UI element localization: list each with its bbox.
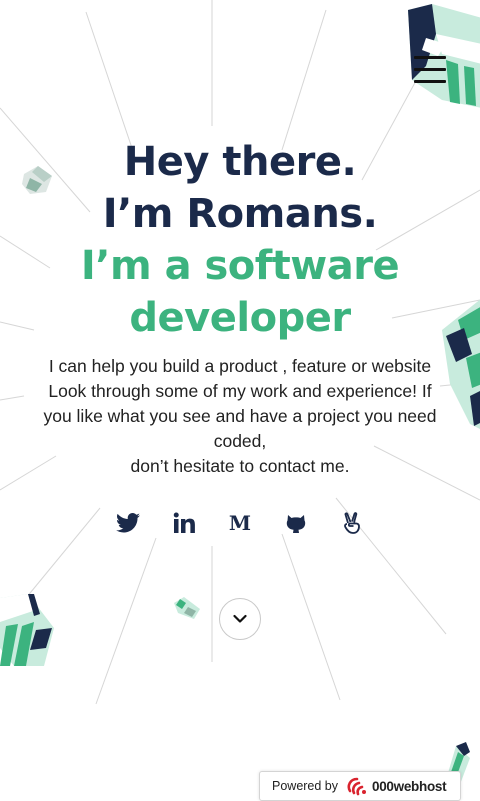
linkedin-link[interactable] — [166, 508, 202, 538]
hamburger-menu-button[interactable] — [412, 54, 448, 86]
intro-line: don’t hesitate to contact me. — [130, 456, 350, 476]
social-links: M — [110, 508, 370, 538]
intro-line: coded, — [213, 431, 267, 451]
medium-icon: M — [228, 511, 252, 535]
cube-decoration-small-bottom — [174, 597, 200, 619]
twitter-icon — [116, 513, 140, 533]
hero-heading: Hey there. I’m Romans. I’m a software de… — [0, 136, 480, 344]
linkedin-icon — [173, 512, 195, 533]
angellist-link[interactable] — [334, 508, 370, 538]
intro-line: you like what you see and have a project… — [43, 406, 437, 426]
intro-text: I can help you build a product , feature… — [20, 354, 460, 479]
chevron-down-icon — [233, 614, 247, 623]
github-icon — [286, 515, 306, 533]
role-line-2: developer — [129, 295, 351, 341]
hosting-badge[interactable]: Powered by 000webhost — [259, 771, 461, 801]
hamburger-menu-icon — [414, 80, 446, 83]
greeting-line: Hey there. — [123, 139, 357, 185]
cube-decoration-bottom-left — [0, 594, 54, 666]
role-line: I’m a software — [80, 243, 400, 289]
name-line: I’m Romans. — [102, 191, 378, 237]
badge-brand: 000webhost — [372, 778, 447, 794]
intro-line: I can help you build a product , feature… — [48, 356, 432, 376]
hamburger-menu-icon — [414, 56, 446, 59]
github-link[interactable] — [278, 508, 314, 538]
webhost-logo-icon — [347, 777, 367, 796]
scroll-down-button[interactable] — [219, 598, 261, 640]
intro-line: Look through some of my work and experie… — [48, 381, 432, 401]
badge-label: Powered by — [272, 779, 339, 793]
twitter-link[interactable] — [110, 508, 146, 538]
hamburger-menu-icon — [414, 68, 446, 71]
angellist-icon — [344, 512, 360, 534]
medium-link[interactable]: M — [222, 508, 258, 538]
